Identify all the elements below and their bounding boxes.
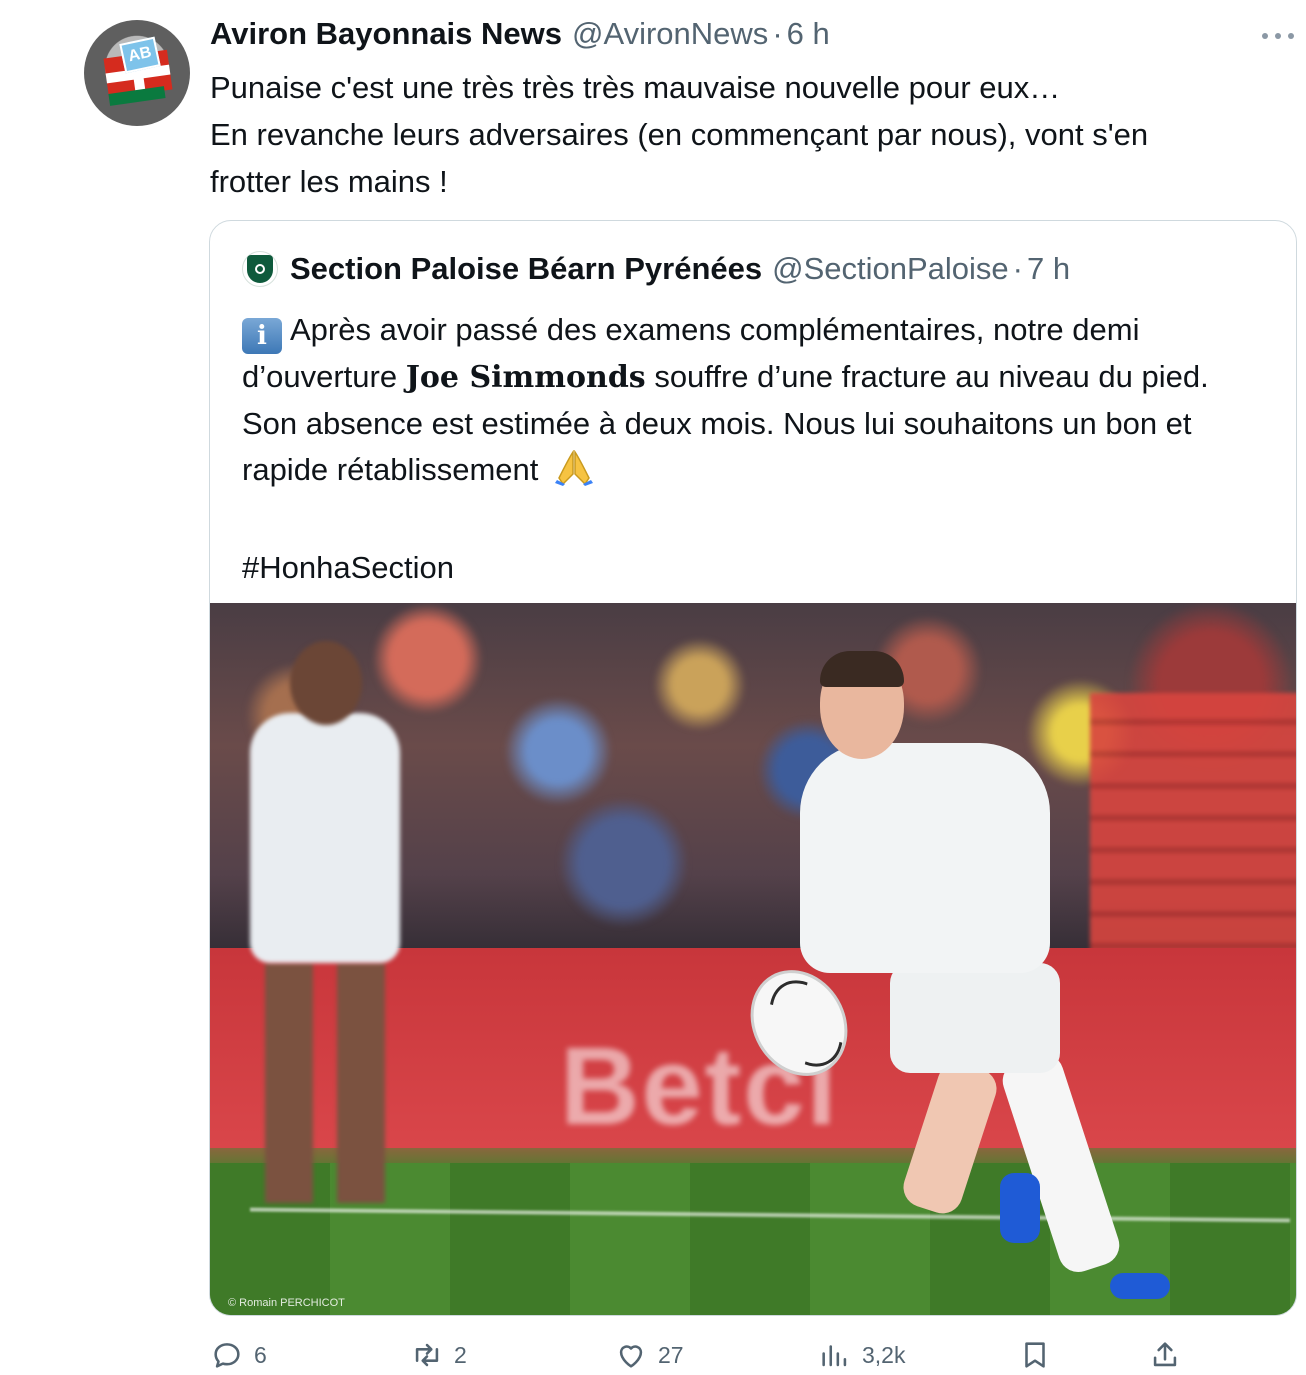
reply-icon [210,1338,244,1372]
author-avatar[interactable]: AB [84,20,190,126]
folded-hands-icon [553,449,595,499]
player-boot [1000,1173,1040,1243]
quoted-author-handle[interactable]: @SectionPaloise [772,251,1009,287]
like-count: 27 [658,1341,684,1368]
retweet-count: 2 [454,1341,467,1368]
bookmark-button[interactable] [1018,1330,1052,1375]
retweet-icon [410,1338,444,1372]
tweet-text-line: En revanche leurs adversaires (en commen… [210,117,1149,152]
share-icon [1148,1338,1182,1372]
quoted-tweet-card[interactable]: Section Paloise Béarn Pyrénées @SectionP… [209,220,1297,1316]
heart-icon [614,1338,648,1372]
separator-dot: · [772,16,783,51]
reply-count: 6 [254,1341,267,1368]
player-name: Joe Simmonds [405,360,646,395]
player-shorts [890,963,1060,1073]
background-player-head [290,641,362,725]
like-button[interactable]: 27 [614,1330,684,1375]
analytics-icon [818,1338,852,1372]
player-hair [820,651,904,687]
hashtag-link[interactable]: #HonhaSection [242,545,1272,591]
views-count: 3,2k [862,1341,906,1368]
views-button[interactable]: 3,2k [818,1330,905,1375]
reply-button[interactable]: 6 [210,1330,267,1375]
background-player-legs [265,963,385,1203]
section-paloise-logo-icon[interactable] [242,251,278,287]
quoted-author-name[interactable]: Section Paloise Béarn Pyrénées [290,251,762,287]
info-icon: i [242,318,282,354]
tweet[interactable]: AB Aviron Bayonnais News @AvironNews · 6… [0,0,1306,1375]
bookmark-icon [1018,1338,1052,1372]
stadium-stairs [1090,693,1296,953]
action-bar: 6 2 27 3,2k [0,1330,1306,1375]
author-name[interactable]: Aviron Bayonnais News [210,16,562,52]
author-handle[interactable]: @AvironNews [572,16,768,52]
tweet-time[interactable]: 6 h [787,16,830,52]
player-boot [1110,1273,1170,1299]
background-player-body [250,713,400,963]
tweet-text: Punaise c'est une très très très mauvais… [210,64,1270,205]
share-button[interactable] [1148,1330,1182,1375]
quoted-header: Section Paloise Béarn Pyrénées @SectionP… [242,251,1070,287]
more-options-icon[interactable] [1262,26,1294,46]
tweet-text-line: frotter les mains ! [210,164,448,199]
photo-credit: © Romain PERCHICOT [228,1297,345,1309]
quoted-text: i Après avoir passé des examens complémen… [242,307,1272,591]
retweet-button[interactable]: 2 [410,1330,467,1375]
player-jersey [800,743,1050,973]
quoted-time[interactable]: 7 h [1027,251,1070,287]
tweet-header: Aviron Bayonnais News @AvironNews · 6 h [210,16,830,56]
tweet-photo[interactable]: Betcl © Romain PERCHICOT [210,603,1296,1315]
separator-dot: · [1012,251,1023,286]
tweet-text-line: Punaise c'est une très très très mauvais… [210,70,1061,105]
